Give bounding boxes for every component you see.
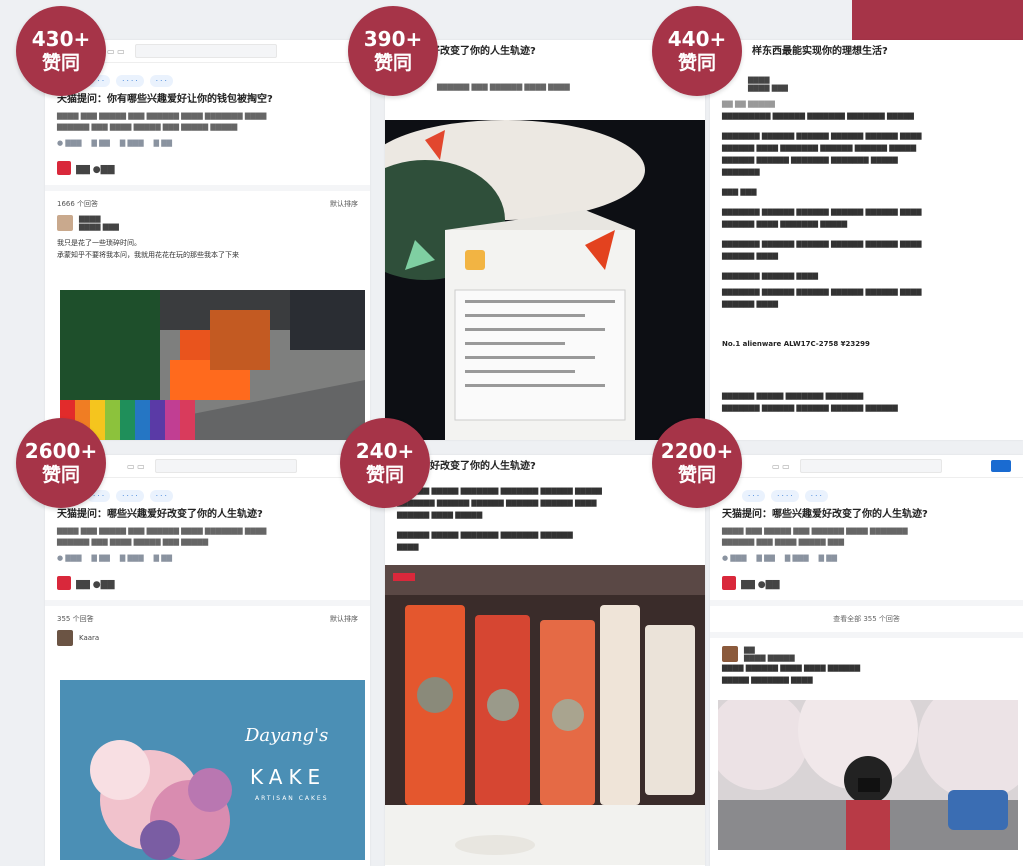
search-input[interactable]	[799, 459, 942, 473]
question-title-2[interactable]: 好改变了你的人生轨迹?	[430, 42, 536, 57]
search-input[interactable]	[134, 44, 277, 58]
question-actions: ● ▇▇▇ ▇ ▇▇ ▇ ▇▇▇ ▇ ▇▇	[722, 554, 837, 562]
avatar	[57, 630, 73, 646]
answer-card-2: ▇▇▇▇▇▇ ▇▇▇ ▇▇▇▇▇▇ ▇▇▇▇ ▇▇▇▇	[385, 40, 705, 440]
upvote-badge-2: 390+ 赞同	[348, 6, 438, 96]
question-title-5[interactable]: 好改变了你的人生轨迹?	[430, 457, 536, 472]
avatar	[722, 646, 738, 662]
question-actions: ● ▇▇▇ ▇ ▇▇ ▇ ▇▇▇ ▇ ▇▇	[57, 139, 172, 147]
upvote-label: 赞同	[373, 52, 412, 74]
upvote-badge-5: 240+ 赞同	[340, 418, 430, 508]
upvote-badge-6: 2200+ 赞同	[652, 418, 742, 508]
upvote-count: 390+	[363, 27, 423, 51]
answer-author: ▇▇▇▇ ▇▇▇▇ ▇▇▇	[748, 76, 788, 92]
question-actions: ● ▇▇▇ ▇ ▇▇ ▇ ▇▇▇ ▇ ▇▇	[57, 554, 172, 562]
upvote-badge-4: 2600+ 赞同	[16, 418, 106, 508]
ask-button[interactable]	[991, 460, 1011, 472]
upvote-count: 2200+	[660, 439, 734, 463]
answer-image-notebook	[385, 120, 705, 440]
upvote-label: 赞同	[365, 464, 404, 486]
upvote-label: 赞同	[677, 52, 716, 74]
answer-author: ▇▇▇▇ ▇▇▇▇ ▇▇▇	[57, 215, 358, 231]
upvote-count: 430+	[31, 27, 91, 51]
question-description: ▇▇▇▇ ▇▇▇ ▇▇▇▇▇ ▇▇▇ ▇▇▇▇▇▇ ▇▇▇▇ ▇▇▇▇▇▇▇ ▇…	[57, 527, 267, 546]
upvote-label: 赞同	[677, 464, 716, 486]
upvote-label: 赞同	[41, 52, 80, 74]
answer-intro: ▇▇▇▇▇▇ ▇▇▇ ▇▇▇▇▇▇ ▇▇▇▇ ▇▇▇▇	[437, 83, 570, 91]
view-all-answers[interactable]: 查看全部 355 个回答	[722, 614, 1011, 624]
topbar: ▭ ▭	[710, 455, 1023, 478]
topic-tags: · · · · · · · · · ·	[57, 490, 358, 502]
topic-tags: · · · · · · · · · ·	[57, 75, 358, 87]
image-brand-script: Dayang's	[245, 725, 329, 746]
upvote-badge-3: 440+ 赞同	[652, 6, 742, 96]
answer-image-orange-chair	[60, 290, 365, 440]
answer-author: ▇▇ ▇▇▇▇ ▇▇▇▇▇	[722, 646, 1011, 662]
sort-button[interactable]: 默认排序	[330, 199, 358, 209]
answer-author: Kaara	[57, 630, 358, 646]
answer-line-1: 我只是花了一些琐碎时间。	[57, 239, 141, 247]
answer-card-3: ▇▇▇▇ ▇▇▇▇ ▇▇▇ ▇▇ ▇▇ ▇▇▇▇▇ ▇▇▇▇▇▇▇▇▇ ▇▇▇▇▇…	[710, 40, 1023, 440]
avatar	[57, 215, 73, 231]
tmall-avatar	[722, 575, 736, 590]
question-description: ▇▇▇▇ ▇▇▇ ▇▇▇▇▇ ▇▇▇ ▇▇▇▇▇▇ ▇▇▇▇ ▇▇▇▇▇▇▇ ▇…	[57, 112, 267, 131]
answer-card-1: ▭ ▭ · · · · · · · · · · 天猫提问：你有哪些兴趣爱好让你的钱包…	[45, 40, 370, 440]
upvote-badge-1: 430+ 赞同	[16, 6, 106, 96]
answer-image-paper-cuts	[385, 565, 705, 865]
question-description: ▇▇▇▇ ▇▇▇ ▇▇▇▇▇ ▇▇▇ ▇▇▇▇▇▇ ▇▇▇▇ ▇▇▇▇▇▇▇ ▇▇…	[722, 527, 908, 546]
tmall-avatar	[57, 575, 71, 590]
answer-image-kake: Dayang's KAKE ARTISAN CAKES	[60, 680, 365, 860]
question-title-3[interactable]: 样东西最能实现你的理想生活?	[752, 42, 888, 57]
topic-tags: · · · · · · · · · ·	[722, 490, 1011, 502]
answer-card-5: ▇▇▇▇▇▇ ▇▇▇▇▇ ▇▇▇▇▇▇▇ ▇▇▇▇▇▇▇ ▇▇▇▇▇▇ ▇▇▇▇…	[385, 455, 705, 866]
answers-count: 355 个回答	[57, 615, 94, 623]
question-title[interactable]: 天猫提问：你有哪些兴趣爱好让你的钱包被掏空?	[57, 93, 358, 107]
corner-tag	[852, 0, 1023, 42]
answer-card-4: ▭ ▭ · · · · · · · · · · 天猫提问：哪些兴趣爱好改变了你的人生…	[45, 455, 370, 866]
sort-button[interactable]: 默认排序	[330, 614, 358, 624]
product-line: No.1 alienware ALW17C-2758 ¥23299	[722, 340, 870, 348]
answer-card-6: ▭ ▭ · · · · · · · · · · 天猫提问：哪些兴趣爱好改变了你的人生…	[710, 455, 1023, 866]
answer-line-2: 承蒙知乎不要将我本问，我就用花花在玩的那些我本了下来	[57, 251, 239, 259]
upvote-label: 赞同	[41, 464, 80, 486]
question-title[interactable]: 天猫提问：哪些兴趣爱好改变了你的人生轨迹?	[57, 508, 358, 522]
search-input[interactable]	[154, 459, 297, 473]
tmall-avatar	[57, 160, 71, 175]
answer-image-cherry-blossom	[718, 700, 1018, 850]
answers-count: 1666 个回答	[57, 200, 99, 208]
question-title[interactable]: 天猫提问：哪些兴趣爱好改变了你的人生轨迹?	[722, 508, 1011, 522]
upvote-count: 440+	[667, 27, 727, 51]
image-brand-subtitle: ARTISAN CAKES	[255, 795, 329, 802]
image-brand-title: KAKE	[250, 765, 327, 789]
upvote-count: 240+	[355, 439, 415, 463]
upvote-count: 2600+	[24, 439, 98, 463]
